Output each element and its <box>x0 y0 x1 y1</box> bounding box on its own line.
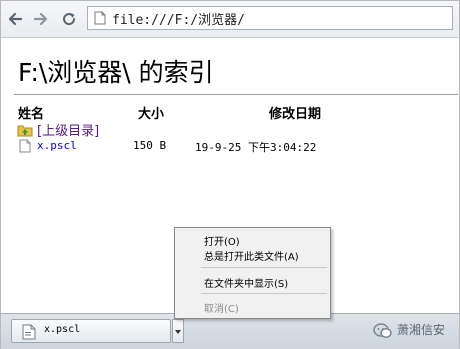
reload-button[interactable] <box>59 9 79 29</box>
address-bar[interactable]: file:///F:/浏览器/ <box>87 6 453 30</box>
browser-toolbar: file:///F:/浏览器/ <box>1 1 459 38</box>
file-row: x.pscl 150 B 19-9-25 下午3:04:22 <box>1 138 459 156</box>
page-title: F:\浏览器\ 的索引 <box>18 58 214 87</box>
download-item[interactable]: x.pscl <box>11 319 171 343</box>
file-link[interactable]: x.pscl <box>37 139 77 152</box>
watermark-text: 萧湘信安 <box>397 323 446 337</box>
download-menu-button[interactable] <box>172 319 184 343</box>
browser-window: file:///F:/浏览器/ F:\浏览器\ 的索引 姓名 大小 修改日期 [… <box>0 0 460 349</box>
menu-item-open[interactable]: 打开(O) <box>204 233 240 248</box>
address-url: file:///F:/浏览器/ <box>112 13 245 28</box>
page-icon <box>94 11 106 25</box>
reload-icon <box>63 13 76 26</box>
back-arrow-icon <box>8 12 23 26</box>
forward-arrow-icon <box>33 12 48 26</box>
file-size: 150 B <box>133 139 167 152</box>
parent-directory-row: [上级目录] <box>1 120 459 139</box>
file-modified: 19-9-25 下午3:04:22 <box>195 141 317 154</box>
wechat-logo-icon <box>373 323 392 338</box>
menu-item-cancel: 取消(C) <box>204 304 239 315</box>
menu-item-show-in-folder[interactable]: 在文件夹中显示(S) <box>204 275 288 290</box>
menu-separator <box>201 293 327 294</box>
chevron-down-icon <box>175 330 181 334</box>
up-folder-icon <box>17 125 33 137</box>
title-divider <box>14 94 458 95</box>
forward-button[interactable] <box>31 9 51 29</box>
download-context-menu: 打开(O) 总是打开此类文件(A) 在文件夹中显示(S) 取消(C) <box>174 227 331 319</box>
downloaded-file-icon <box>22 324 36 340</box>
watermark: 萧湘信安 <box>373 319 457 343</box>
menu-item-always-open[interactable]: 总是打开此类文件(A) <box>204 248 299 263</box>
file-icon <box>19 139 31 153</box>
parent-directory-link[interactable]: [上级目录] <box>37 120 99 139</box>
menu-separator <box>201 267 327 268</box>
back-button[interactable] <box>5 9 25 29</box>
download-file-name: x.pscl <box>44 324 81 335</box>
